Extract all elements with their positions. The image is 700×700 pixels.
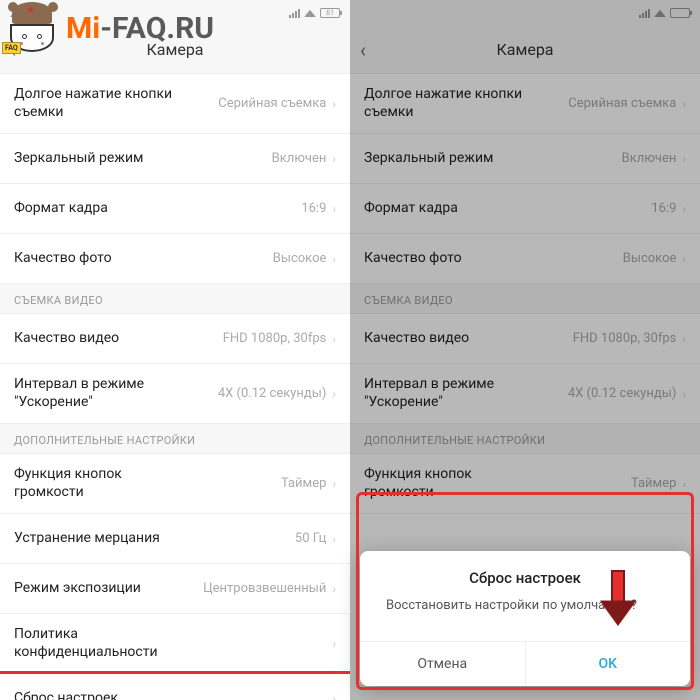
row-label: Качество фото [364,250,462,268]
left-screenshot: 21:59 61 ‹ Камера Долгое нажатие кнопки … [0,0,350,700]
row-label: Сброс настроек [14,690,118,700]
row-label: Устранение мерцания [14,530,160,548]
row-aspect-ratio[interactable]: Формат кадра 16:9 › [0,184,350,234]
page-header: ‹ Камера [350,26,700,74]
reset-confirm-dialog: Сброс настроек Восстановить настройки по… [360,551,690,686]
row-value: 16:9 [651,201,676,216]
watermark-logo: ★ FAQ Mi-FAQ.RU [4,2,214,54]
row-label: Интервал в режиме "Ускорение" [14,376,184,411]
row-anti-flicker[interactable]: Устранение мерцания 50 Гц › [0,514,350,564]
row-label: Формат кадра [364,200,458,218]
chevron-right-icon: › [332,252,336,266]
mascot-icon: ★ FAQ [4,2,62,54]
chevron-right-icon: › [682,332,686,346]
row-label: Функция кнопок громкости [14,466,184,501]
row-video-quality[interactable]: Качество видео FHD 1080p, 30fps › [0,314,350,364]
dialog-body: Восстановить настройки по умолчанию? [360,597,690,641]
status-bar [350,0,700,26]
row-privacy-policy[interactable]: Политика конфиденциальности › [0,614,350,674]
battery-icon [670,8,690,18]
section-video: СЪЕМКА ВИДЕО [350,284,700,314]
row-label: Режим экспозиции [14,580,141,598]
row-value: Включен [272,151,327,166]
row-long-press[interactable]: Долгое нажатие кнопки съемки Серийная съ… [350,74,700,134]
logo-ru: .RU [166,11,214,46]
row-timelapse-interval[interactable]: Интервал в режиме "Ускорение" 4X (0.12 с… [350,364,700,424]
row-label: Формат кадра [14,200,108,218]
row-value: Таймер [281,476,326,491]
chevron-right-icon: › [332,582,336,596]
logo-mi: Mi [66,11,100,46]
row-mirror-mode[interactable]: Зеркальный режим Включен › [350,134,700,184]
row-value: Центровзвешенный [203,581,326,596]
row-label: Политика конфиденциальности [14,626,184,661]
ok-button[interactable]: OK [526,642,691,686]
row-value: FHD 1080p, 30fps [573,331,677,346]
row-value: FHD 1080p, 30fps [223,331,327,346]
row-value: Серийная съемка [218,96,326,111]
wifi-icon [304,9,316,16]
chevron-right-icon: › [332,387,336,401]
row-label: Качество видео [14,330,119,348]
chevron-right-icon: › [682,152,686,166]
chevron-right-icon: › [682,252,686,266]
chevron-right-icon: › [332,477,336,491]
row-label: Качество видео [364,330,469,348]
row-value: 16:9 [301,201,326,216]
chevron-right-icon: › [682,477,686,491]
logo-faq: -FAQ [100,11,166,46]
wifi-icon [654,9,666,16]
chevron-right-icon: › [332,637,336,651]
row-photo-quality[interactable]: Качество фото Высокое › [0,234,350,284]
row-video-quality[interactable]: Качество видео FHD 1080p, 30fps › [350,314,700,364]
signal-icon [289,9,300,18]
row-label: Интервал в режиме "Ускорение" [364,376,534,411]
row-value: Высокое [623,251,677,266]
row-timelapse-interval[interactable]: Интервал в режиме "Ускорение" 4X (0.12 с… [0,364,350,424]
chevron-right-icon: › [682,97,686,111]
page-title: Камера [496,40,553,59]
row-label: Долгое нажатие кнопки съемки [14,86,184,121]
cancel-button[interactable]: Отмена [360,642,526,686]
row-value: Таймер [631,476,676,491]
row-label: Качество фото [14,250,112,268]
row-volume-function[interactable]: Функция кнопок громкости Таймер › [0,454,350,514]
row-value: Серийная съемка [568,96,676,111]
section-additional: ДОПОЛНИТЕЛЬНЫЕ НАСТРОЙКИ [0,424,350,454]
section-additional: ДОПОЛНИТЕЛЬНЫЕ НАСТРОЙКИ [350,424,700,454]
chevron-right-icon: › [332,152,336,166]
chevron-right-icon: › [332,532,336,546]
back-icon[interactable]: ‹ [360,38,366,62]
row-reset-settings[interactable]: Сброс настроек › [0,674,350,700]
row-value: Включен [622,151,677,166]
row-aspect-ratio[interactable]: Формат кадра 16:9 › [350,184,700,234]
row-value: Высокое [273,251,327,266]
chevron-right-icon: › [332,692,336,700]
battery-icon: 61 [320,8,340,18]
settings-list[interactable]: Долгое нажатие кнопки съемки Серийная съ… [0,74,350,700]
right-screenshot: ‹ Камера Долгое нажатие кнопки съемки Се… [350,0,700,700]
chevron-right-icon: › [332,97,336,111]
annotation-arrow-icon [602,570,634,628]
row-label: Долгое нажатие кнопки съемки [364,86,534,121]
row-photo-quality[interactable]: Качество фото Высокое › [350,234,700,284]
row-volume-function[interactable]: Функция кнопок громкости Таймер › [350,454,700,514]
dialog-title: Сброс настроек [360,551,690,597]
row-value: 50 Гц [295,531,326,546]
row-label: Функция кнопок громкости [364,466,534,501]
row-label: Зеркальный режим [14,150,143,168]
signal-icon [639,9,650,18]
row-value: 4X (0.12 секунды) [568,386,677,401]
chevron-right-icon: › [332,202,336,216]
row-mirror-mode[interactable]: Зеркальный режим Включен › [0,134,350,184]
chevron-right-icon: › [682,387,686,401]
row-value: 4X (0.12 секунды) [218,386,327,401]
chevron-right-icon: › [682,202,686,216]
row-long-press[interactable]: Долгое нажатие кнопки съемки Серийная съ… [0,74,350,134]
row-exposure-mode[interactable]: Режим экспозиции Центровзвешенный › [0,564,350,614]
section-video: СЪЕМКА ВИДЕО [0,284,350,314]
chevron-right-icon: › [332,332,336,346]
row-label: Зеркальный режим [364,150,493,168]
